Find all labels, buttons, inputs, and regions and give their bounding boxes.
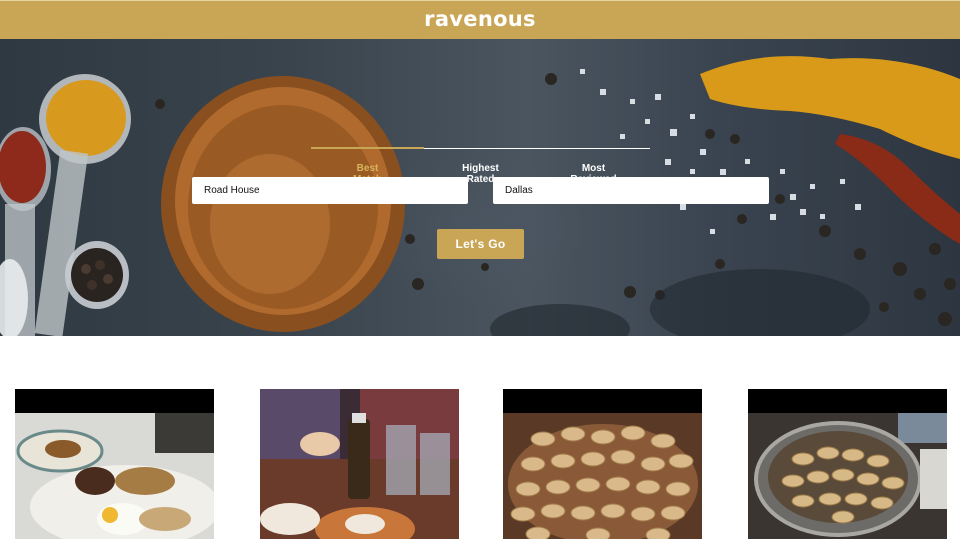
search-location-input[interactable] — [493, 177, 769, 204]
business-image — [503, 389, 702, 539]
business-image — [748, 389, 947, 539]
business-card[interactable] — [503, 389, 702, 539]
lets-go-button[interactable]: Let's Go — [437, 229, 524, 259]
business-image — [260, 389, 459, 539]
search-bar-hero: Best Match Highest Rated Most Reviewed — [0, 39, 960, 336]
app-header: ravenous — [0, 0, 960, 39]
sort-option-active-indicator — [311, 147, 424, 149]
business-image — [15, 389, 214, 539]
app-logo: ravenous — [424, 7, 536, 31]
business-card[interactable] — [260, 389, 459, 539]
search-term-input[interactable] — [192, 177, 468, 204]
business-card[interactable] — [15, 389, 214, 539]
sort-option-label-line1: Best — [356, 163, 379, 174]
business-card[interactable] — [748, 389, 947, 539]
sort-option-label-line1: Most — [581, 163, 606, 174]
sort-option-label-line1: Highest — [462, 163, 499, 174]
